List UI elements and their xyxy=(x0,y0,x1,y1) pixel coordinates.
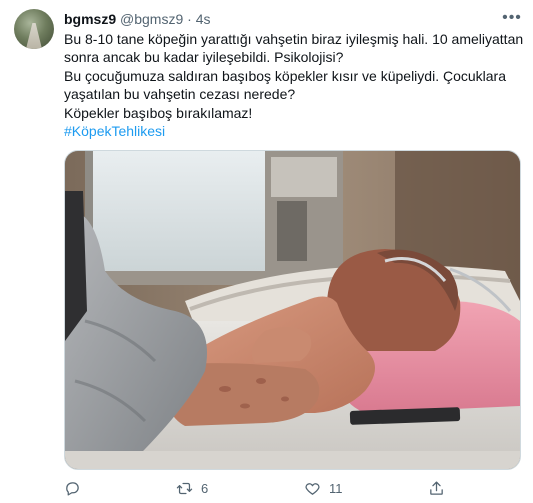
share-icon xyxy=(430,481,443,495)
retweet-icon xyxy=(176,482,193,495)
tweet: bgmsz9 @bgmsz9 · 4s ••• Bu 8-10 tane köp… xyxy=(0,0,533,503)
retweet-button[interactable]: 6 xyxy=(176,480,208,497)
like-button[interactable]: 11 xyxy=(304,480,343,497)
tweet-text-line: yaşatılan bu vahşetin cezası nerede? xyxy=(64,86,296,103)
tweet-text-line: Köpekler başıboş bırakılamaz! xyxy=(64,104,253,121)
like-count: 11 xyxy=(329,481,343,496)
photo-hospital-scene xyxy=(65,151,520,469)
avatar[interactable] xyxy=(14,9,54,49)
tweet-header: bgmsz9 @bgmsz9 · 4s xyxy=(64,10,519,30)
tweet-text-line: Bu çocuğumuza saldıran başıboş köpekler … xyxy=(64,67,506,84)
heart-icon xyxy=(305,483,320,495)
tweet-photo[interactable] xyxy=(64,150,521,470)
timestamp[interactable]: 4s xyxy=(196,11,211,27)
hashtag-link[interactable]: #KöpekTehlikesi xyxy=(64,122,524,140)
reply-button[interactable] xyxy=(64,480,89,497)
reply-icon xyxy=(66,482,79,496)
author-handle[interactable]: @bgmsz9 xyxy=(120,11,183,27)
tweet-text: Bu 8-10 tane köpeğin yarattığı vahşetin … xyxy=(64,30,524,140)
tweet-text-line: Bu 8-10 tane köpeğin yarattığı vahşetin … xyxy=(64,31,524,47)
tweet-text-line: sonra ancak bu kadar iyileşebildi. Psiko… xyxy=(64,49,344,66)
more-icon[interactable]: ••• xyxy=(502,9,521,27)
separator-dot: · xyxy=(187,11,192,27)
author-name[interactable]: bgmsz9 xyxy=(64,11,116,27)
tweet-actions: 6 11 xyxy=(64,480,504,500)
share-button[interactable] xyxy=(428,480,445,497)
retweet-count: 6 xyxy=(201,481,209,496)
